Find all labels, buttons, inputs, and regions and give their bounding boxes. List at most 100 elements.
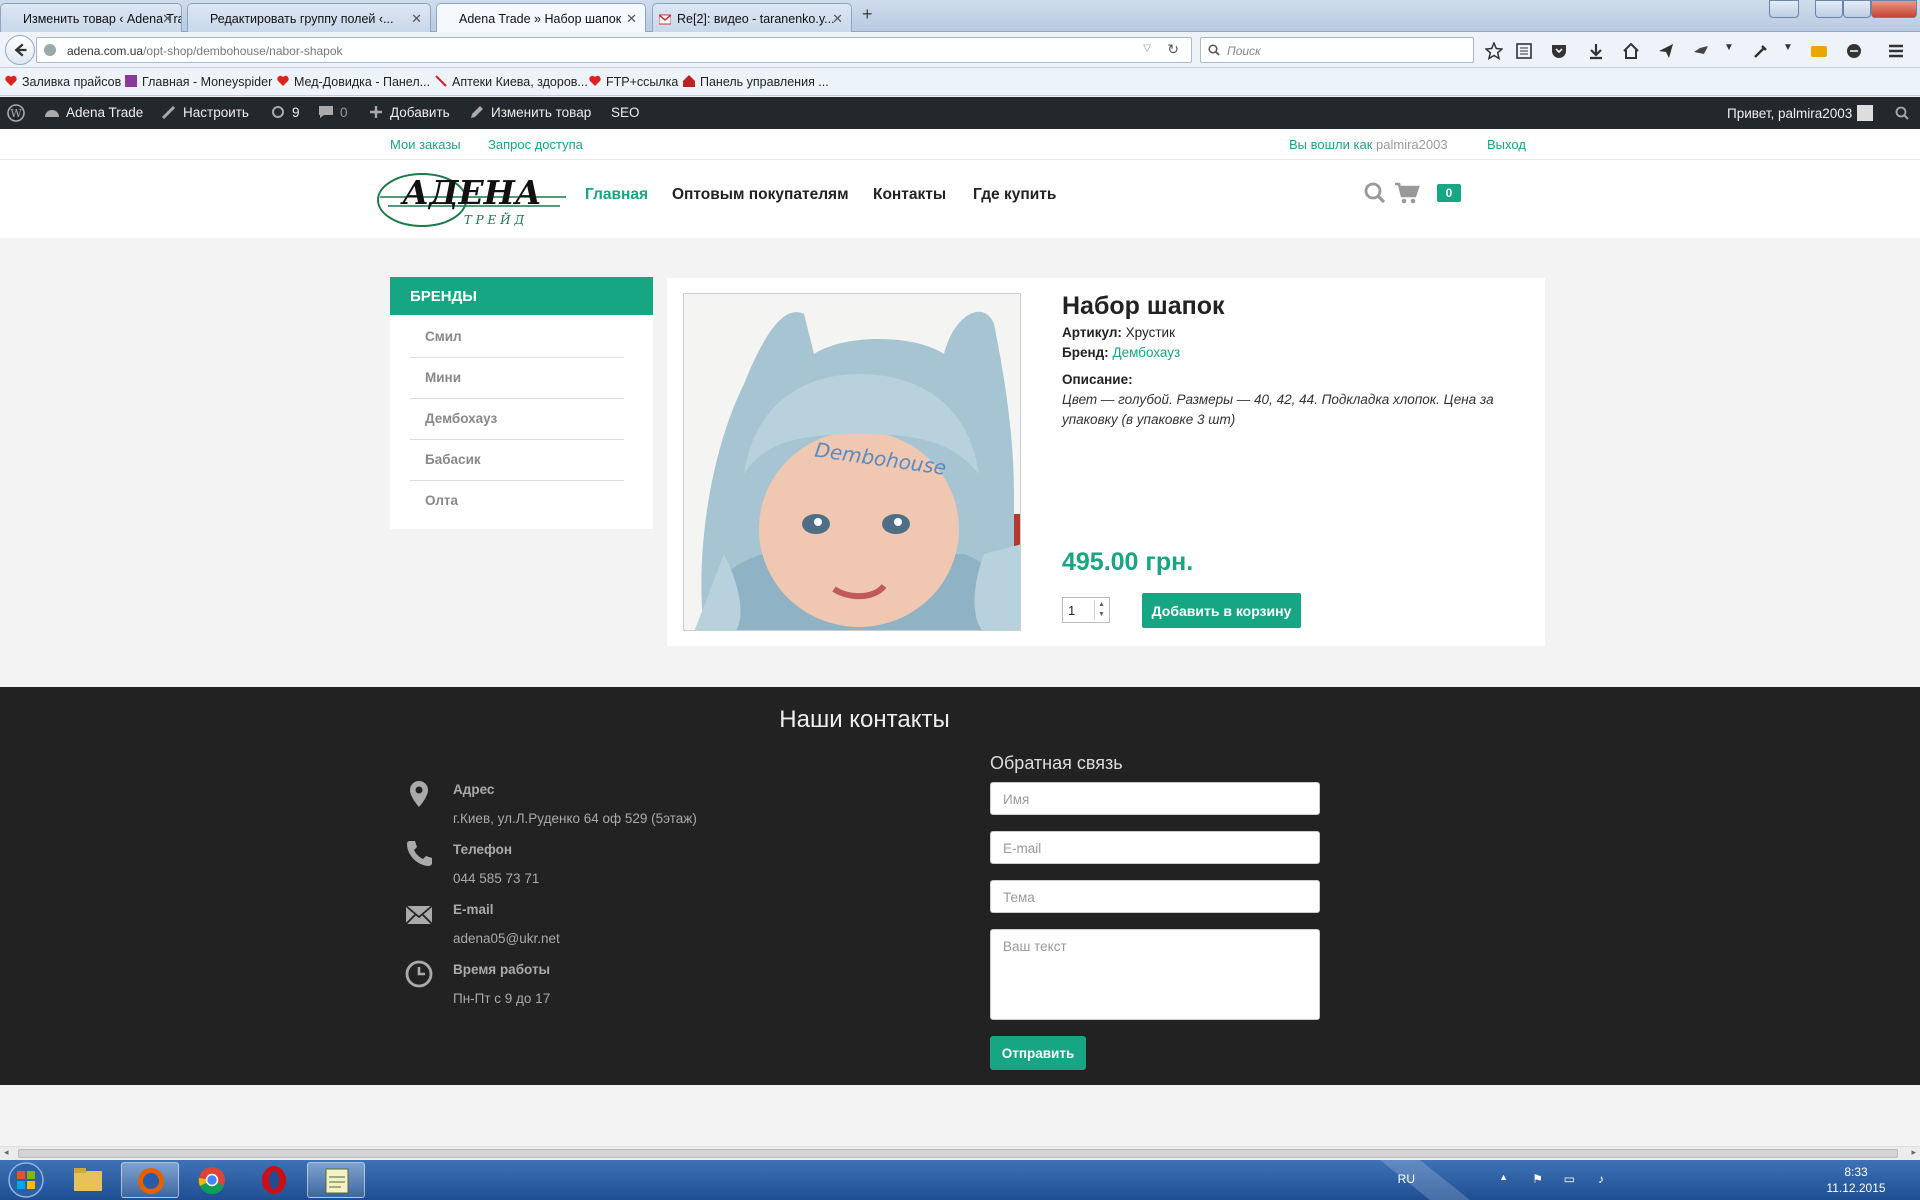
clock[interactable]: 8:33 11.12.2015 — [1806, 1164, 1906, 1196]
admin-greeting[interactable]: Привет, palmira2003 — [1727, 105, 1874, 121]
name-field[interactable]: Имя — [990, 782, 1320, 815]
dropdown-arrow-icon[interactable]: ▽ — [1143, 43, 1151, 54]
wallet-icon[interactable] — [1810, 42, 1828, 60]
nav-contacts[interactable]: Контакты — [873, 186, 946, 204]
brand-link[interactable]: Дембохауз — [410, 399, 624, 440]
add-to-cart-button[interactable]: Добавить в корзину — [1142, 593, 1301, 628]
search-input[interactable]: Поиск — [1200, 37, 1474, 63]
wp-admin-bar: W Adena Trade Настроить 9 0 Добавить Изм… — [0, 97, 1920, 129]
email-field[interactable]: E-mail — [990, 831, 1320, 864]
scroll-left-icon[interactable]: ◂ — [4, 1147, 9, 1158]
nav-home[interactable]: Главная — [585, 186, 648, 204]
start-button[interactable] — [2, 1161, 50, 1199]
taskbar-chrome[interactable] — [183, 1162, 241, 1198]
admin-add-link[interactable]: Добавить — [368, 105, 450, 120]
bookmark-item[interactable]: Аптеки Киева, здоров... — [434, 75, 588, 89]
menu-icon[interactable] — [1887, 42, 1905, 60]
chevron-down-icon[interactable]: ▼ — [1783, 42, 1793, 53]
close-icon[interactable]: ✕ — [162, 11, 173, 27]
updates-count: 9 — [292, 105, 300, 120]
cart-count-badge[interactable]: 0 — [1437, 184, 1461, 202]
admin-seo-link[interactable]: SEO — [611, 105, 640, 120]
wordpress-icon[interactable]: W — [7, 104, 25, 122]
admin-customize-link[interactable]: Настроить — [161, 105, 249, 120]
avatar — [1857, 105, 1874, 121]
cart-icon[interactable] — [1394, 181, 1420, 205]
chevron-down-icon[interactable]: ▼ — [1724, 42, 1734, 53]
nav-wholesale[interactable]: Оптовым покупателям — [672, 186, 849, 204]
tray-expand-icon[interactable]: ▲ — [1499, 1172, 1508, 1182]
volume-icon[interactable]: ♪ — [1598, 1172, 1604, 1186]
chevron-down-icon[interactable]: ▼ — [1095, 610, 1108, 620]
extension-icon[interactable] — [1692, 42, 1710, 60]
eyedropper-icon[interactable] — [1752, 42, 1770, 60]
browser-tab-active[interactable]: Adena Trade » Набор шапок ✕ — [436, 3, 646, 33]
site-logo[interactable]: АДЕНА Т Р Е Й Д — [374, 170, 570, 230]
stepper-arrows[interactable]: ▲ ▼ — [1094, 600, 1108, 620]
product-image[interactable]: Dembohouse — [683, 293, 1021, 631]
send-button[interactable]: Отправить — [990, 1036, 1086, 1070]
back-button[interactable] — [5, 35, 35, 65]
language-indicator[interactable]: RU — [1398, 1172, 1415, 1186]
search-icon[interactable] — [1364, 182, 1386, 204]
close-icon[interactable]: ✕ — [626, 11, 637, 27]
bookmark-item[interactable]: Мед-Довидка - Панел... — [276, 75, 430, 89]
phone-icon — [407, 841, 432, 866]
admin-site-link[interactable]: Adena Trade — [44, 105, 143, 120]
reload-icon[interactable]: ↻ — [1167, 41, 1179, 58]
brand-link[interactable]: Мини — [410, 358, 624, 399]
download-icon[interactable] — [1587, 42, 1605, 60]
scroll-right-icon[interactable]: ▸ — [1911, 1147, 1916, 1158]
horizontal-scrollbar[interactable]: ◂ ▸ — [0, 1146, 1920, 1160]
close-window-button[interactable] — [1871, 0, 1917, 18]
browser-tab[interactable]: Re[2]: видео - taranenko.y... ✕ — [652, 3, 852, 32]
new-tab-button[interactable]: + — [862, 4, 873, 25]
network-icon[interactable]: ▭ — [1564, 1172, 1575, 1186]
nav-where-to-buy[interactable]: Где купить — [973, 186, 1056, 204]
maximize-button[interactable] — [1843, 0, 1871, 18]
access-request-link[interactable]: Запрос доступа — [488, 137, 583, 152]
taskbar-explorer[interactable] — [59, 1162, 117, 1198]
close-icon[interactable]: ✕ — [411, 11, 422, 27]
bookmark-label: Мед-Довидка - Панел... — [294, 75, 431, 89]
bookmark-item[interactable]: FTP+ссылка — [588, 75, 678, 89]
search-icon[interactable] — [1895, 106, 1909, 120]
chrome-icon — [198, 1167, 225, 1194]
message-field[interactable]: Ваш текст — [990, 929, 1320, 1020]
admin-comments-link[interactable]: 0 — [318, 105, 348, 120]
brand-link[interactable]: Дембохауз — [1112, 345, 1180, 360]
star-icon[interactable] — [1485, 42, 1503, 60]
product-sku: Артикул: Хрустик — [1062, 325, 1175, 340]
bookmark-item[interactable]: Главная - Moneyspider — [124, 75, 272, 89]
admin-edit-link[interactable]: Изменить товар — [469, 105, 591, 120]
browser-tab[interactable]: Изменить товар ‹ Adena Trade... ✕ — [0, 3, 182, 32]
chevron-up-icon[interactable]: ▲ — [1095, 600, 1108, 610]
browser-nav-bar: adena.com.ua/opt-shop/dembohouse/nabor-s… — [0, 32, 1920, 68]
pocket-icon[interactable] — [1550, 42, 1568, 60]
taskbar-firefox[interactable] — [121, 1162, 179, 1198]
admin-updates-link[interactable]: 9 — [270, 105, 300, 120]
brush-icon — [161, 105, 176, 119]
restore-icon[interactable] — [1769, 0, 1799, 18]
minimize-button[interactable] — [1815, 0, 1843, 18]
brand-link[interactable]: Смил — [410, 317, 624, 358]
bookmark-item[interactable]: Панель управления ... — [682, 75, 829, 89]
quantity-stepper[interactable]: 1 ▲ ▼ — [1062, 597, 1110, 623]
close-icon[interactable]: ✕ — [832, 11, 843, 27]
my-orders-link[interactable]: Мои заказы — [390, 137, 461, 152]
address-bar[interactable]: adena.com.ua/opt-shop/dembohouse/nabor-s… — [36, 37, 1192, 63]
taskbar-notepad[interactable] — [307, 1162, 365, 1198]
reading-list-icon[interactable] — [1515, 42, 1533, 60]
browser-tab[interactable]: Редактировать группу полей ‹... ✕ — [187, 3, 431, 32]
logout-link[interactable]: Выход — [1487, 137, 1526, 152]
bookmark-item[interactable]: Заливка прайсов — [4, 75, 121, 89]
home-icon[interactable] — [1622, 42, 1640, 60]
flag-icon[interactable]: ⚑ — [1532, 1172, 1543, 1186]
brand-link[interactable]: Бабасик — [410, 440, 624, 481]
send-icon[interactable] — [1657, 42, 1675, 60]
brand-link[interactable]: Олта — [410, 481, 624, 522]
taskbar-opera[interactable] — [245, 1162, 303, 1198]
scrollbar-thumb[interactable] — [18, 1149, 1898, 1158]
subject-field[interactable]: Тема — [990, 880, 1320, 913]
chat-icon[interactable] — [1845, 42, 1863, 60]
